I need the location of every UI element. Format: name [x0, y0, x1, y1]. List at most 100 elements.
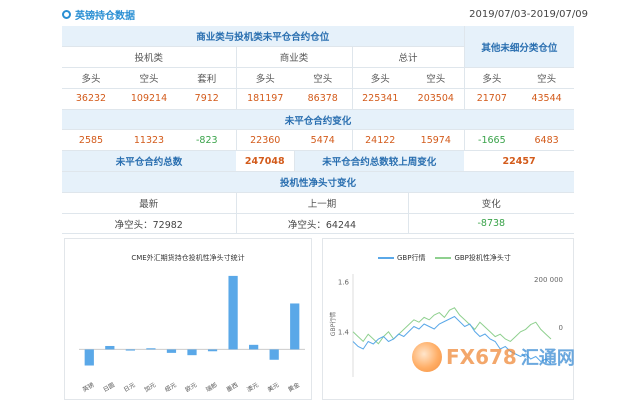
table-cell: 15974 — [408, 129, 465, 152]
col-header: 空头 — [519, 67, 575, 89]
right-tick-label: 200 000 — [534, 276, 563, 284]
bar-chart-svg: 英镑 日圆 日元 加元 纽元 欧元 瑞郎 墨西 澳元 美元 黄金 — [79, 275, 305, 394]
change-header: 未平仓合约变化 — [62, 109, 575, 131]
legend-item: GBP行情 — [378, 253, 425, 263]
bar — [105, 345, 115, 350]
category-label: 英镑 — [81, 381, 95, 394]
col-header: 多头 — [352, 67, 408, 89]
line-chart-svg: 1.6 1.4 200 000 0 GBP行情 — [329, 274, 563, 377]
page-header: 英镑持仓数据 2019/07/03-2019/07/09 — [62, 0, 590, 28]
table-cell: 43544 — [519, 88, 575, 110]
total-value: 247048 — [236, 150, 295, 173]
spec-col-previous: 上一期 — [236, 192, 409, 214]
date-range: 2019/07/03-2019/07/09 — [469, 8, 588, 20]
y-axis-label: GBP行情 — [329, 312, 337, 336]
bar — [187, 349, 197, 356]
table-cell: 86378 — [294, 88, 353, 110]
col-header: 多头 — [62, 67, 120, 89]
spec-cols-row: 最新 上一期 变化 — [62, 192, 575, 214]
col-header: 空头 — [120, 67, 178, 89]
watermark-cn: 汇通网 — [520, 348, 575, 369]
spec-previous: 净空头：64244 — [236, 213, 409, 235]
watermark-latin: FX678 — [446, 345, 517, 369]
group-commercial: 商业类 — [236, 46, 353, 69]
legend-label: GBP行情 — [397, 254, 426, 262]
table-cell: 5474 — [294, 129, 353, 152]
table-cell: -1665 — [464, 129, 520, 152]
weekly-change-value: 22457 — [464, 150, 575, 173]
oi-header: 商业类与投机类未平仓合约仓位 — [62, 26, 465, 48]
total-label: 未平仓合约总数 — [62, 150, 236, 173]
bar — [84, 349, 94, 366]
table-cell: 109214 — [120, 88, 178, 110]
change-values-row: 2585 11323 -823 22360 5474 24122 15974 -… — [62, 129, 575, 152]
header-title-group: 英镑持仓数据 — [62, 7, 135, 22]
legend-item: GBP投机性净头寸 — [435, 253, 511, 263]
circle-icon — [62, 9, 71, 19]
category-label: 黄金 — [287, 381, 301, 394]
bar — [166, 349, 177, 353]
category-label: 欧元 — [184, 381, 198, 394]
spec-header: 投机性净头寸变化 — [62, 171, 575, 193]
col-header: 多头 — [236, 67, 294, 89]
legend-swatch — [435, 257, 452, 259]
table-cell: 11323 — [120, 129, 178, 152]
table-cell: 6483 — [519, 129, 575, 152]
group-total: 总计 — [352, 46, 465, 69]
col-header: 套利 — [178, 67, 237, 89]
left-tick-label: 1.4 — [338, 329, 350, 337]
table-cell: 24122 — [352, 129, 408, 152]
left-tick-label: 1.6 — [338, 279, 350, 287]
col-header: 空头 — [408, 67, 465, 89]
table-cell: 225341 — [352, 88, 408, 110]
oi-values-row: 36232 109214 7912 181197 86378 225341 20… — [62, 88, 575, 110]
legend-label: GBP投机性净头寸 — [454, 254, 511, 262]
table-cell: 181197 — [236, 88, 294, 110]
group-spec: 投机类 — [62, 46, 237, 69]
weekly-change-label: 未平仓合约总数较上周变化 — [294, 150, 465, 173]
spec-col-latest: 最新 — [62, 192, 237, 214]
table-cell: -823 — [178, 129, 237, 152]
table-cell: 22360 — [236, 129, 294, 152]
category-label: 美元 — [266, 381, 280, 394]
table-cell: 36232 — [62, 88, 120, 110]
bar — [269, 349, 279, 360]
spec-change: -8738 — [408, 213, 575, 235]
category-label: 澳元 — [245, 381, 259, 394]
series-line-net — [352, 307, 552, 345]
chart-legend: GBP行情 GBP投机性净头寸 — [378, 253, 511, 263]
site-watermark: FX678 汇通网 — [412, 342, 575, 372]
table-cell: 7912 — [178, 88, 237, 110]
spec-col-change: 变化 — [408, 192, 575, 214]
other-header: 其他未细分类仓位 — [464, 26, 575, 69]
bar — [207, 349, 218, 352]
legend-swatch — [378, 257, 394, 259]
totals-row: 未平仓合约总数 247048 未平仓合约总数较上周变化 22457 — [62, 150, 575, 173]
bar — [249, 344, 259, 350]
bar — [146, 348, 156, 350]
spec-values-row: 净空头：72982 净空头：64244 -8738 — [62, 213, 575, 235]
fx678-logo-icon — [412, 342, 442, 372]
category-label: 瑞郎 — [204, 381, 218, 394]
column-header-row: 多头 空头 套利 多头 空头 多头 空头 多头 空头 — [62, 67, 575, 89]
col-header: 空头 — [294, 67, 353, 89]
page-title: 英镑持仓数据 — [75, 10, 135, 22]
category-label: 纽元 — [163, 381, 177, 394]
chart-title: CME外汇期货持仓投机性净头寸统计 — [131, 254, 245, 262]
category-label: 加元 — [143, 381, 157, 394]
table-cell: 21707 — [464, 88, 520, 110]
category-label: 日元 — [123, 382, 137, 394]
bar — [228, 275, 238, 350]
right-tick-label: 0 — [559, 324, 563, 332]
bar — [125, 349, 135, 351]
category-label: 日圆 — [102, 382, 116, 394]
category-label: 墨西 — [225, 382, 239, 394]
positions-table: 商业类与投机类未平仓合约仓位 其他未细分类仓位 投机类 商业类 总计 多头 空头… — [62, 26, 575, 235]
bar — [290, 303, 300, 350]
net-position-bar-chart: CME外汇期货持仓投机性净头寸统计 英镑 日圆 日元 加元 纽元 欧元 瑞郎 墨西 澳元 美元 黄金 — [64, 238, 312, 400]
gbp-line-chart: GBP行情 GBP投机性净头寸 1.6 1.4 200 000 0 GBP行情 — [322, 238, 574, 400]
table-cell: 203504 — [408, 88, 465, 110]
col-header: 多头 — [464, 67, 520, 89]
spec-latest: 净空头：72982 — [62, 213, 237, 235]
table-cell: 2585 — [62, 129, 120, 152]
